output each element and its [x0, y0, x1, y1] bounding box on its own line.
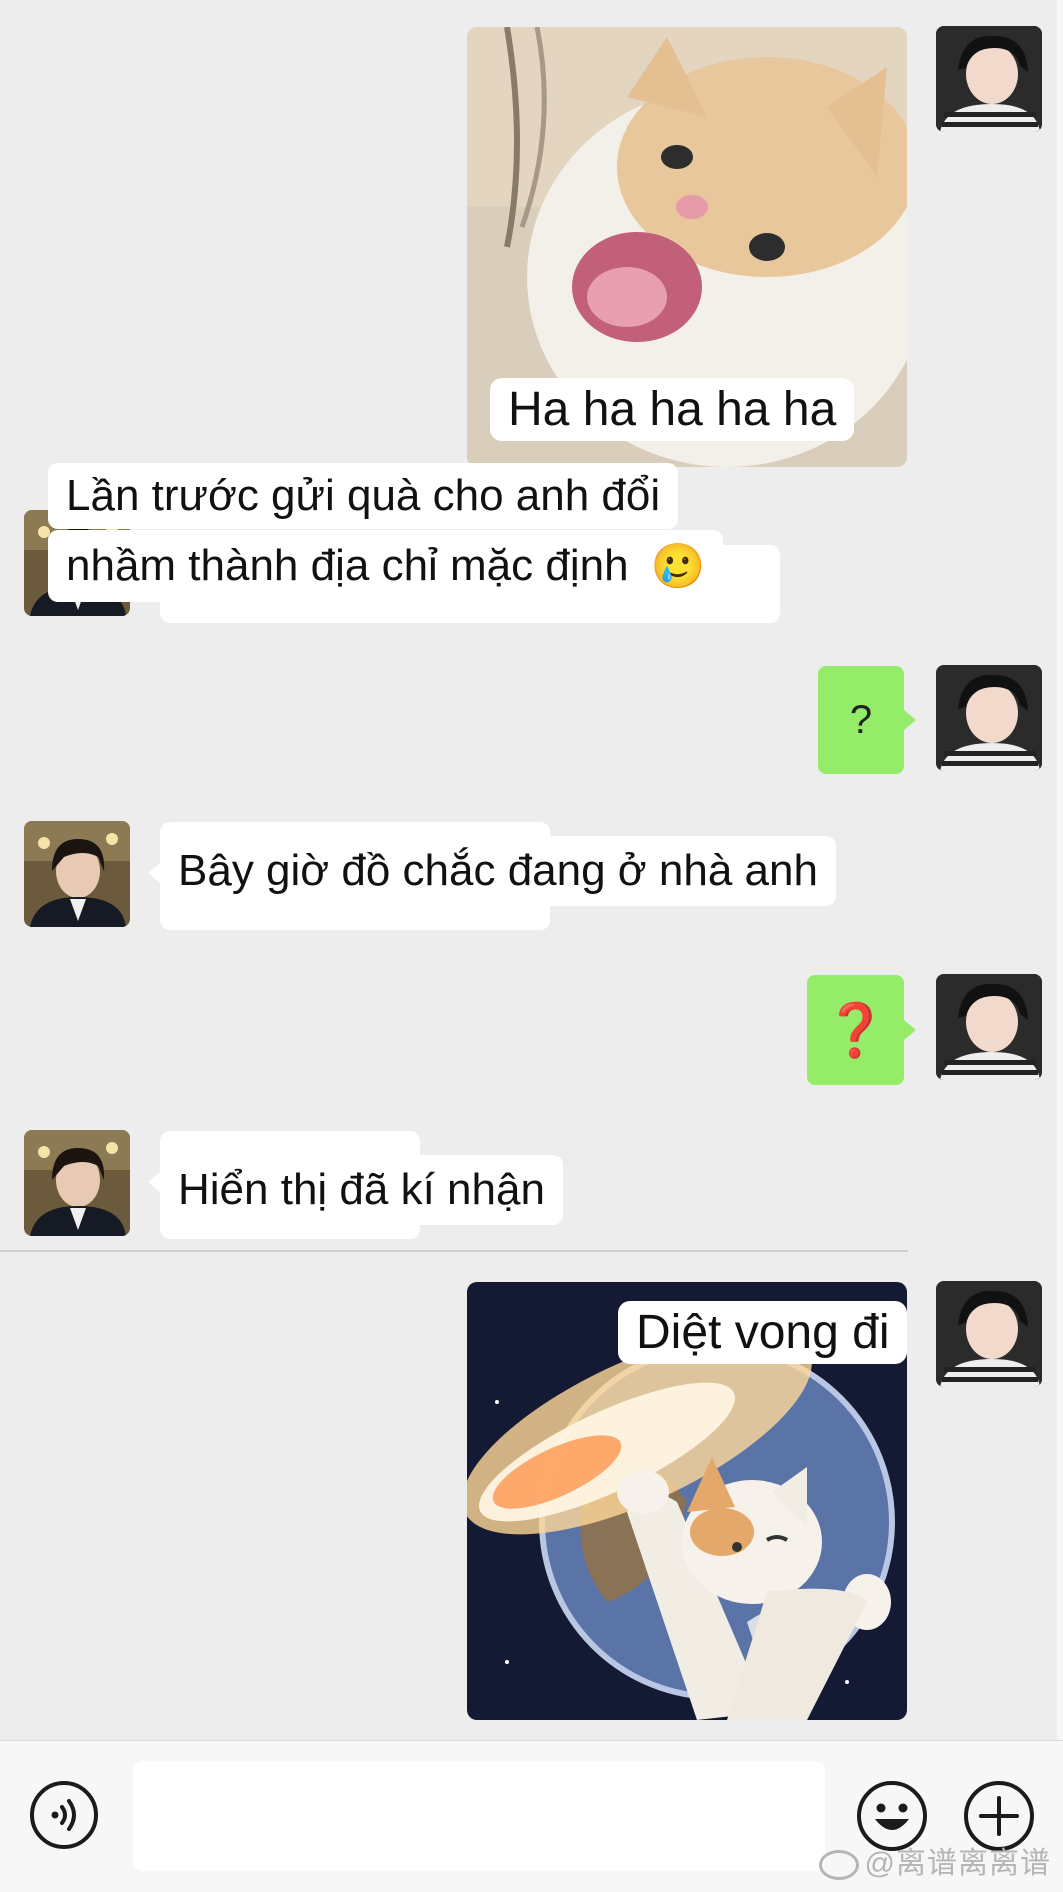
my-avatar[interactable] — [936, 665, 1042, 771]
sent-message-bubble[interactable]: ? — [818, 666, 904, 774]
message-text: ? — [849, 697, 873, 742]
sticker-caption: Ha ha ha ha ha — [490, 378, 855, 441]
chat-area[interactable]: Ha ha ha ha ha Lần trước gửi quà cho anh… — [0, 0, 1063, 1740]
red-question-emoji: ❓ — [823, 1001, 888, 1060]
bubble-tail — [148, 863, 160, 883]
watermark-text: @离谱离离谱 — [864, 1847, 1051, 1880]
bubble-tail — [904, 1020, 916, 1040]
sticker-caption: Diệt vong đi — [618, 1301, 908, 1364]
received-message-bubble[interactable]: Bây giờ đồ chắc đang ở nhà anh — [160, 836, 836, 906]
bubble-tail — [904, 710, 916, 730]
message-line-2: nhầm thành địa chỉ mặc định — [66, 541, 629, 590]
voice-icon[interactable] — [28, 1779, 100, 1851]
message-line-2-row: nhầm thành địa chỉ mặc định 🥲 — [48, 530, 724, 602]
sent-message-bubble[interactable]: ❓ — [807, 975, 904, 1085]
my-avatar[interactable] — [936, 1281, 1042, 1387]
my-avatar[interactable] — [936, 26, 1042, 132]
bubble-tail — [148, 1172, 160, 1192]
input-bar: @离谱离离谱 — [0, 1740, 1063, 1892]
scroll-edge — [1057, 0, 1063, 1740]
message-input[interactable] — [133, 1761, 825, 1871]
divider — [0, 1250, 908, 1252]
received-message-bubble[interactable]: Hiển thị đã kí nhận — [160, 1155, 563, 1225]
watermark: @离谱离离谱 — [818, 1838, 1051, 1882]
contact-avatar[interactable] — [24, 821, 130, 927]
weibo-icon — [818, 1850, 859, 1881]
contact-avatar[interactable] — [24, 1130, 130, 1236]
tearful-smile-emoji: 🥲 — [650, 542, 706, 591]
message-line-1: Lần trước gửi quà cho anh đổi — [48, 463, 679, 529]
my-avatar[interactable] — [936, 974, 1042, 1080]
